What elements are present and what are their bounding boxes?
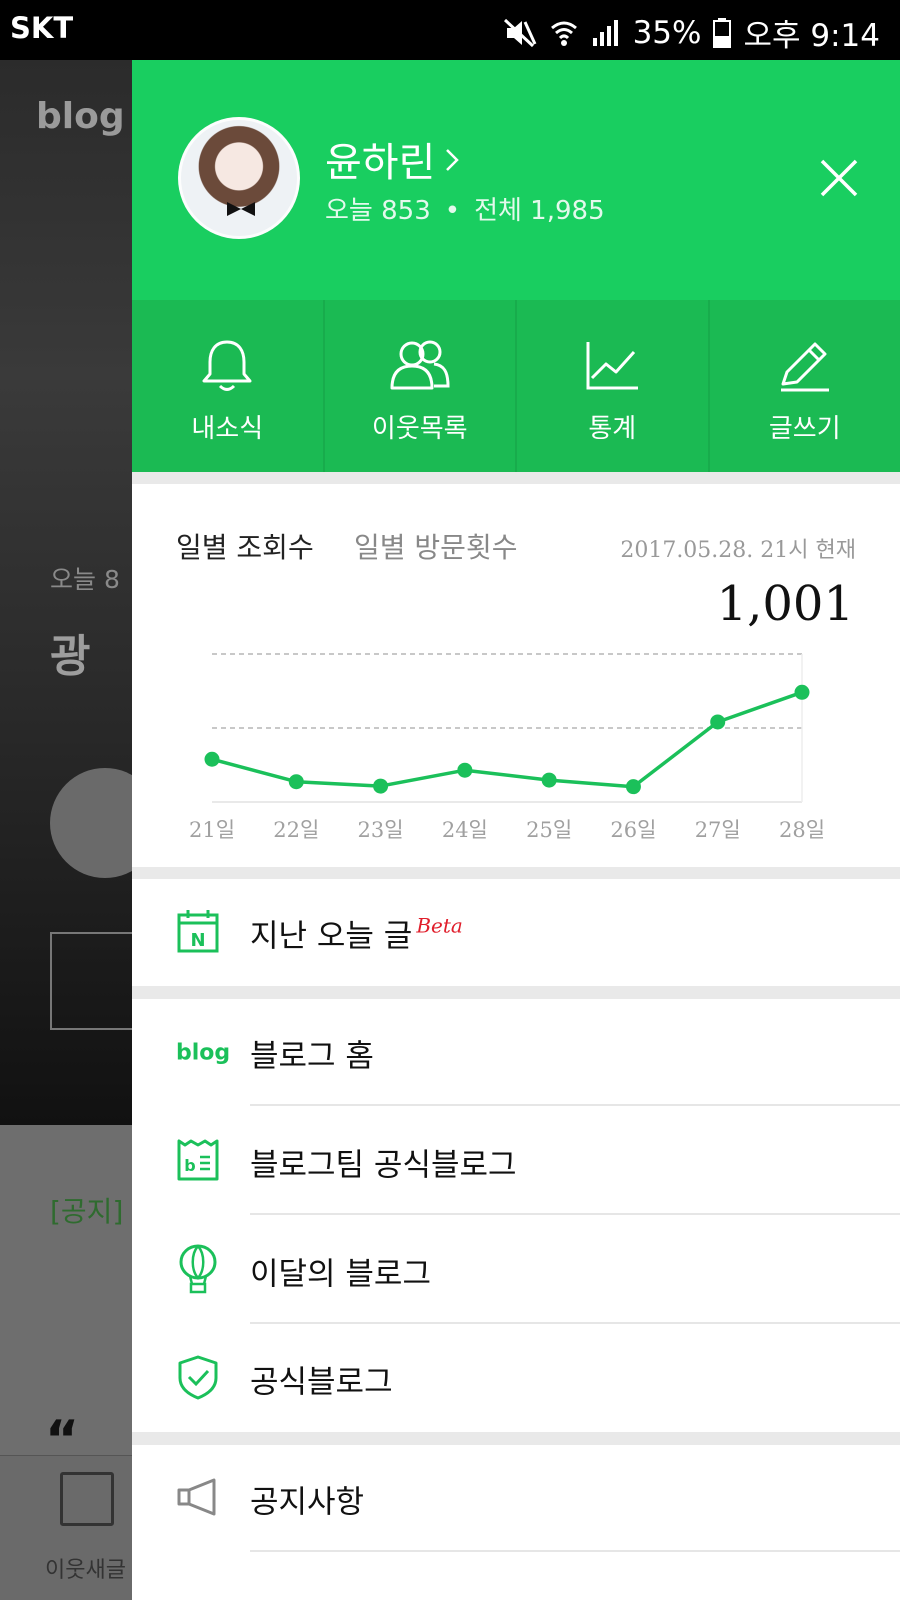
clock: 오후 9:14 — [743, 18, 880, 54]
stats-icon — [586, 342, 639, 390]
blog-logo-icon: blog — [176, 1040, 231, 1065]
menu-divider — [250, 1550, 900, 1552]
signal-icon — [591, 18, 621, 48]
quick-action-news[interactable]: 내소식 — [132, 300, 325, 472]
chart-tick-label: 22일 — [273, 818, 319, 842]
battery-percent: 35% — [632, 14, 702, 51]
background-blog-title: 광 — [50, 631, 91, 682]
chart-point — [625, 779, 641, 795]
chart-tick-label: 25일 — [526, 818, 572, 842]
chevron-right-icon — [445, 136, 460, 182]
quick-action-write[interactable]: 글쓰기 — [710, 300, 900, 472]
background-today-count: 오늘 8 — [50, 565, 120, 594]
menu-item-official-blog[interactable]: 공식블로그 — [132, 1326, 900, 1432]
chart-tick-label: 21일 — [189, 818, 235, 842]
side-drawer: 윤하린 오늘 853 • 전체 1,985 내소식 이웃목록 통계 글쓰기 일별… — [132, 60, 900, 1600]
tab-daily-views[interactable]: 일별 조회수 — [176, 526, 314, 566]
bell-icon — [202, 340, 252, 391]
menu-label: 공지사항 — [250, 1484, 365, 1520]
today-visits: 오늘 853 — [325, 196, 431, 226]
menu-label: 블로그팀 공식블로그 — [250, 1147, 517, 1183]
chart-tick-label: 24일 — [442, 818, 488, 842]
chart-point — [710, 714, 726, 730]
quick-action-label: 내소식 — [191, 414, 264, 444]
background-blog-logo: blog — [36, 96, 125, 137]
chart-tick-label: 27일 — [695, 818, 741, 842]
menu-item-team-blog[interactable]: b 블로그팀 공식블로그 — [132, 1108, 900, 1215]
menu-divider — [250, 1213, 900, 1215]
menu-item-notice[interactable]: 공지사항 — [132, 1445, 900, 1552]
section-divider — [132, 472, 900, 484]
section-divider — [132, 1432, 900, 1445]
chart-point — [373, 778, 389, 794]
quick-action-label: 통계 — [588, 414, 637, 444]
menu-label: 지난 오늘 글 Beta — [250, 910, 463, 955]
daily-views-chart: 21일 22일 23일 24일 25일 26일 27일 28일 — [189, 653, 825, 842]
shield-check-icon — [176, 1354, 220, 1404]
tab-daily-visits[interactable]: 일별 방문횟수 — [354, 526, 517, 566]
separator-dot: • — [444, 196, 461, 226]
menu-divider — [250, 1104, 900, 1106]
quick-action-neighbors[interactable]: 이웃목록 — [325, 300, 517, 472]
svg-text:b: b — [184, 1156, 195, 1175]
stats-panel: 일별 조회수 일별 방문횟수 2017.05.28. 21시 현재 1,001 … — [132, 484, 900, 867]
quick-action-label: 이웃목록 — [371, 414, 468, 444]
mute-icon — [503, 18, 537, 48]
profile-name: 윤하린 — [325, 140, 436, 186]
background-notice: [공지] — [50, 1195, 124, 1228]
megaphone-icon — [176, 1477, 220, 1521]
chart-point — [288, 774, 304, 790]
wifi-icon — [549, 18, 579, 48]
quick-actions-bar: 내소식 이웃목록 통계 글쓰기 — [132, 300, 900, 472]
chart-series-line — [211, 690, 803, 789]
chart-point — [794, 684, 810, 700]
chart-point — [204, 751, 220, 767]
carrier-label: SKT — [10, 11, 74, 45]
quick-action-label: 글쓰기 — [768, 414, 841, 444]
profile-avatar[interactable] — [178, 117, 300, 239]
calendar-n-icon: N — [176, 908, 220, 958]
beta-badge: Beta — [416, 913, 463, 937]
background-neighbor-posts-icon — [60, 1472, 114, 1526]
profile-header: 윤하린 오늘 853 • 전체 1,985 — [132, 60, 900, 300]
total-visits: 전체 1,985 — [474, 196, 605, 226]
stats-value: 1,001 — [716, 576, 854, 632]
chart-point — [457, 762, 473, 778]
menu-item-past-today[interactable]: N 지난 오늘 글 Beta — [132, 879, 900, 986]
balloon-icon — [176, 1244, 220, 1298]
menu-label-text: 지난 오늘 글 — [250, 918, 413, 954]
menu-label: 이달의 블로그 — [250, 1256, 431, 1292]
menu-divider — [250, 1322, 900, 1324]
close-button[interactable] — [814, 153, 864, 203]
chart-tick-label: 23일 — [358, 818, 404, 842]
team-blog-icon: b — [176, 1137, 220, 1187]
chart-tick-label: 26일 — [610, 818, 656, 842]
visit-counts: 오늘 853 • 전체 1,985 — [325, 190, 605, 227]
section-divider — [132, 986, 900, 999]
pencil-icon — [780, 342, 829, 392]
section-divider — [132, 867, 900, 879]
stats-timestamp: 2017.05.28. 21시 현재 — [620, 538, 856, 563]
menu-item-month-blog[interactable]: 이달의 블로그 — [132, 1217, 900, 1324]
background-tab-label: 이웃새글 — [45, 1558, 126, 1583]
menu-label: 공식블로그 — [250, 1364, 393, 1401]
menu-label: 블로그 홈 — [250, 1038, 374, 1074]
people-icon — [390, 340, 450, 390]
chart-tick-label: 28일 — [779, 818, 825, 842]
quick-action-stats[interactable]: 통계 — [517, 300, 710, 472]
profile-name-link[interactable]: 윤하린 — [325, 130, 460, 188]
status-bar: SKT 35% 오후 9:14 — [0, 0, 900, 60]
svg-text:N: N — [190, 930, 205, 951]
chart-point — [541, 772, 557, 788]
menu-item-blog-home[interactable]: blog 블로그 홈 — [132, 999, 900, 1106]
battery-icon — [713, 17, 732, 48]
close-icon — [820, 159, 858, 197]
